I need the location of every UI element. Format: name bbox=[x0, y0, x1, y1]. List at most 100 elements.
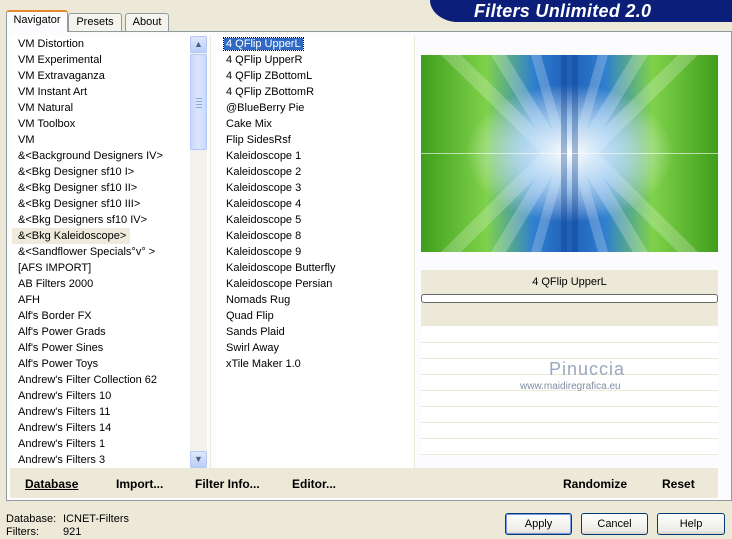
parameter-row[interactable] bbox=[421, 439, 718, 455]
category-item[interactable]: Alf's Border FX bbox=[12, 308, 190, 324]
filter-item-label: Quad Flip bbox=[226, 310, 274, 322]
filter-item[interactable]: Kaleidoscope 1 bbox=[216, 148, 412, 164]
filter-item[interactable]: Kaleidoscope Persian bbox=[216, 276, 412, 292]
tab-about[interactable]: About bbox=[125, 13, 169, 31]
category-item[interactable]: AB Filters 2000 bbox=[12, 276, 190, 292]
filter-item-label: Kaleidoscope 9 bbox=[226, 246, 302, 258]
category-item[interactable]: Alf's Power Grads bbox=[12, 324, 190, 340]
category-item[interactable]: &<Bkg Designer sf10 III> bbox=[12, 196, 190, 212]
database-value: ICNET-Filters bbox=[63, 513, 129, 525]
tab-presets[interactable]: Presets bbox=[68, 13, 122, 31]
cancel-button[interactable]: Cancel bbox=[581, 513, 648, 535]
scroll-down-button[interactable]: ▼ bbox=[190, 451, 207, 468]
filter-item[interactable]: Swirl Away bbox=[216, 340, 412, 356]
scroll-up-button[interactable]: ▲ bbox=[190, 36, 207, 53]
filter-item[interactable]: 4 QFlip UpperR bbox=[216, 52, 412, 68]
category-item[interactable]: AFH bbox=[12, 292, 190, 308]
category-item[interactable]: VM Natural bbox=[12, 100, 190, 116]
category-item[interactable]: Andrew's Filters 3 bbox=[12, 452, 190, 468]
filter-item-label: Kaleidoscope 8 bbox=[226, 230, 302, 242]
database-label: Database: bbox=[6, 513, 57, 525]
category-item[interactable]: Andrew's Filters 11 bbox=[12, 404, 190, 420]
apply-button[interactable]: Apply bbox=[505, 513, 572, 535]
filters-label: Filters: bbox=[6, 526, 39, 538]
category-item[interactable]: &<Bkg Designer sf10 I> bbox=[12, 164, 190, 180]
filter-item[interactable]: Kaleidoscope 8 bbox=[216, 228, 412, 244]
randomize-button[interactable]: Randomize bbox=[563, 477, 627, 491]
parameter-row[interactable] bbox=[421, 423, 718, 439]
filter-item-label: Kaleidoscope 2 bbox=[226, 166, 302, 178]
category-item[interactable]: [AFS IMPORT] bbox=[12, 260, 190, 276]
reset-button[interactable]: Reset bbox=[662, 477, 695, 491]
filter-preview-image bbox=[421, 55, 718, 252]
filters-count: 921 bbox=[63, 526, 82, 538]
filter-item-label: @BlueBerry Pie bbox=[226, 102, 305, 114]
filter-item-label: Sands Plaid bbox=[226, 326, 285, 338]
category-item[interactable]: Andrew's Filters 10 bbox=[12, 388, 190, 404]
parameter-row[interactable] bbox=[421, 407, 718, 423]
filter-item-label: Flip SidesRsf bbox=[226, 134, 291, 146]
category-item[interactable]: Alf's Power Toys bbox=[12, 356, 190, 372]
category-item[interactable]: VM bbox=[12, 132, 190, 148]
parameter-area bbox=[421, 327, 718, 467]
category-item[interactable]: Andrew's Filters 14 bbox=[12, 420, 190, 436]
filter-item[interactable]: Kaleidoscope 2 bbox=[216, 164, 412, 180]
category-item[interactable]: &<Bkg Designers sf10 IV> bbox=[12, 212, 190, 228]
watermark-name: Pinuccia bbox=[549, 359, 626, 379]
database-button[interactable]: Database bbox=[25, 477, 78, 491]
filter-item[interactable]: 4 QFlip ZBottomL bbox=[216, 68, 412, 84]
filter-item[interactable]: 4 QFlip ZBottomR bbox=[216, 84, 412, 100]
parameter-row[interactable] bbox=[421, 391, 718, 407]
category-item[interactable]: &<Sandflower Specials°v° > bbox=[12, 244, 190, 260]
category-item[interactable]: Alf's Power Sines bbox=[12, 340, 190, 356]
filter-item[interactable]: Kaleidoscope 3 bbox=[216, 180, 412, 196]
filter-item-label: xTile Maker 1.0 bbox=[226, 358, 301, 370]
category-item[interactable]: VM Distortion bbox=[12, 36, 190, 52]
filter-item-label: Kaleidoscope Butterfly bbox=[226, 262, 336, 274]
filter-item[interactable]: Kaleidoscope 9 bbox=[216, 244, 412, 260]
preview-filter-name: 4 QFlip UpperL bbox=[532, 276, 607, 288]
category-item[interactable]: VM Extravaganza bbox=[12, 68, 190, 84]
filter-item[interactable]: 4 QFlip UpperL bbox=[216, 36, 412, 52]
filter-item[interactable]: Cake Mix bbox=[216, 116, 412, 132]
import-button[interactable]: Import... bbox=[116, 477, 163, 491]
category-item[interactable]: VM Experimental bbox=[12, 52, 190, 68]
category-item[interactable]: &<Background Designers IV> bbox=[12, 148, 190, 164]
filter-item[interactable]: Kaleidoscope Butterfly bbox=[216, 260, 412, 276]
filter-item-label: 4 QFlip UpperL bbox=[223, 37, 304, 51]
category-item[interactable]: Andrew's Filters 1 bbox=[12, 436, 190, 452]
category-item[interactable]: &<Bkg Designer sf10 II> bbox=[12, 180, 190, 196]
filter-item[interactable]: @BlueBerry Pie bbox=[216, 100, 412, 116]
editor-button[interactable]: Editor... bbox=[292, 477, 336, 491]
filter-item[interactable]: Kaleidoscope 5 bbox=[216, 212, 412, 228]
filter-item[interactable]: Nomads Rug bbox=[216, 292, 412, 308]
filter-item[interactable]: Flip SidesRsf bbox=[216, 132, 412, 148]
watermark-url: www.maidiregrafica.eu bbox=[520, 381, 621, 392]
filter-item[interactable]: Sands Plaid bbox=[216, 324, 412, 340]
tab-navigator[interactable]: Navigator bbox=[6, 10, 68, 32]
filter-item-label: 4 QFlip UpperR bbox=[226, 54, 303, 66]
category-item[interactable]: VM Instant Art bbox=[12, 84, 190, 100]
preview-nameplate: 4 QFlip UpperL bbox=[421, 270, 718, 326]
filter-item-label: Kaleidoscope 1 bbox=[226, 150, 302, 162]
scroll-thumb[interactable] bbox=[190, 54, 207, 150]
parameter-row[interactable] bbox=[421, 327, 718, 343]
filter-item-label: Cake Mix bbox=[226, 118, 272, 130]
category-item[interactable]: Andrew's Filter Collection 62 bbox=[12, 372, 190, 388]
filter-list[interactable]: 4 QFlip UpperL 4 QFlip UpperR 4 QFlip ZBot… bbox=[216, 36, 412, 468]
help-button[interactable]: Help bbox=[657, 513, 725, 535]
filter-item[interactable]: Quad Flip bbox=[216, 308, 412, 324]
filter-item[interactable]: Kaleidoscope 4 bbox=[216, 196, 412, 212]
category-scrollbar[interactable]: ▲ ▼ bbox=[190, 36, 207, 468]
filter-info-button[interactable]: Filter Info... bbox=[195, 477, 260, 491]
filter-item-label: Kaleidoscope Persian bbox=[226, 278, 333, 290]
category-list[interactable]: VM Distortion VM Experimental VM Extravaga… bbox=[12, 36, 190, 468]
filter-item[interactable]: xTile Maker 1.0 bbox=[216, 356, 412, 372]
filter-item-label: Nomads Rug bbox=[226, 294, 291, 306]
filter-item-label: Kaleidoscope 5 bbox=[226, 214, 302, 226]
filter-item-label: Kaleidoscope 4 bbox=[226, 198, 302, 210]
category-item[interactable]: VM Toolbox bbox=[12, 116, 190, 132]
category-item[interactable]: &<Bkg Kaleidoscope> bbox=[12, 228, 131, 244]
parameter-row[interactable] bbox=[421, 343, 718, 359]
filter-item-label: 4 QFlip ZBottomR bbox=[226, 86, 315, 98]
